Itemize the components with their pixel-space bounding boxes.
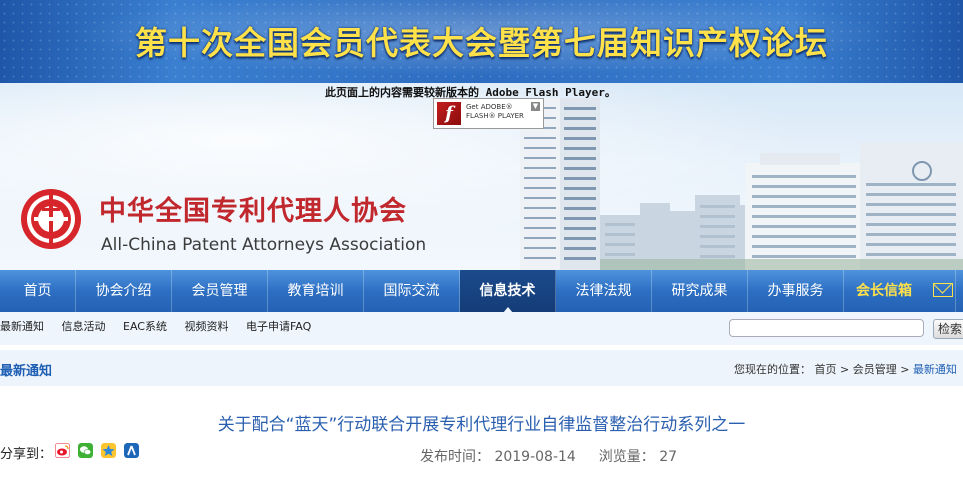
association-name-en: All-China Patent Attorneys Association	[101, 235, 427, 255]
wechat-icon[interactable]	[78, 443, 93, 458]
nav-item-laws[interactable]: 法律法规	[556, 270, 652, 312]
publish-label: 发布时间：	[420, 449, 490, 465]
publish-date: 2019-08-14	[494, 449, 576, 465]
breadcrumb-prefix: 您现在的位置：	[734, 363, 811, 376]
flash-player-icon: f	[437, 102, 461, 125]
main-nav: 首页 协会介绍 会员管理 教育培训 国际交流 信息技术 法律法规 研究成果 办事…	[0, 270, 963, 313]
sina-weibo-icon[interactable]	[55, 443, 70, 458]
subnav-link-eac-system[interactable]: EAC系统	[123, 320, 167, 333]
section-bar: 最新通知 您现在的位置： 首页 > 会员管理 > 最新通知	[0, 350, 963, 386]
section-title: 最新通知	[0, 364, 53, 379]
views-count: 27	[659, 449, 678, 465]
sub-nav: 最新通知 信息活动 EAC系统 视频资料 电子申请FAQ 检索	[0, 312, 963, 345]
article-title: 关于配合“蓝天”行动联合开展专利代理行业自律监督整治行动系列之一	[217, 415, 746, 435]
breadcrumb-separator: >	[840, 363, 850, 376]
sub-nav-links: 最新通知 信息活动 EAC系统 视频资料 电子申请FAQ	[0, 318, 325, 334]
get-flash-player-button[interactable]: f Get ADOBE® FLASH® PLAYER ▼	[433, 98, 544, 129]
breadcrumb-current[interactable]: 最新通知	[913, 363, 957, 376]
nav-item-about[interactable]: 协会介绍	[76, 270, 172, 312]
nav-item-international[interactable]: 国际交流	[364, 270, 460, 312]
subnav-link-latest-notice[interactable]: 最新通知	[0, 320, 44, 333]
share-label: 分享到：	[0, 447, 53, 462]
banner-title: 第十次全国会员代表大会暨第七届知识产权论坛	[134, 24, 828, 62]
nav-item-president-mailbox[interactable]: 会长信箱	[844, 270, 956, 312]
top-banner[interactable]: 第十次全国会员代表大会暨第七届知识产权论坛	[0, 0, 963, 83]
download-arrow-icon: ▼	[531, 102, 540, 111]
breadcrumb: 您现在的位置： 首页 > 会员管理 > 最新通知	[734, 361, 957, 377]
subnav-link-e-filing-faq[interactable]: 电子申请FAQ	[246, 320, 311, 333]
mail-icon	[933, 283, 953, 297]
breadcrumb-home[interactable]: 首页	[815, 363, 837, 376]
nav-item-members[interactable]: 会员管理	[172, 270, 268, 312]
association-name-cn: 中华全国专利代理人协会	[99, 196, 407, 227]
renren-icon[interactable]	[124, 443, 139, 458]
flash-badge-text: Get ADOBE® FLASH® PLAYER	[466, 103, 524, 120]
breadcrumb-members[interactable]: 会员管理	[853, 363, 897, 376]
nav-item-research[interactable]: 研究成果	[652, 270, 748, 312]
article-meta: 发布时间： 2019-08-14 浏览量： 27	[420, 446, 677, 466]
nav-item-info-tech[interactable]: 信息技术	[460, 270, 556, 313]
search-button[interactable]: 检索	[933, 319, 963, 339]
president-mailbox-label: 会长信箱	[856, 283, 912, 299]
search-input[interactable]	[729, 319, 924, 337]
nav-item-home[interactable]: 首页	[0, 270, 76, 312]
nav-item-services[interactable]: 办事服务	[748, 270, 844, 312]
subnav-link-info-activities[interactable]: 信息活动	[62, 320, 106, 333]
association-logo[interactable]	[20, 188, 82, 250]
subnav-link-videos[interactable]: 视频资料	[184, 320, 228, 333]
nav-item-education[interactable]: 教育培训	[268, 270, 364, 312]
views-label: 浏览量：	[598, 449, 655, 465]
site-header: 此页面上的内容需要较新版本的 Adobe Flash Player。 f Get…	[0, 83, 963, 270]
breadcrumb-separator: >	[900, 363, 910, 376]
qzone-icon[interactable]	[101, 443, 116, 458]
